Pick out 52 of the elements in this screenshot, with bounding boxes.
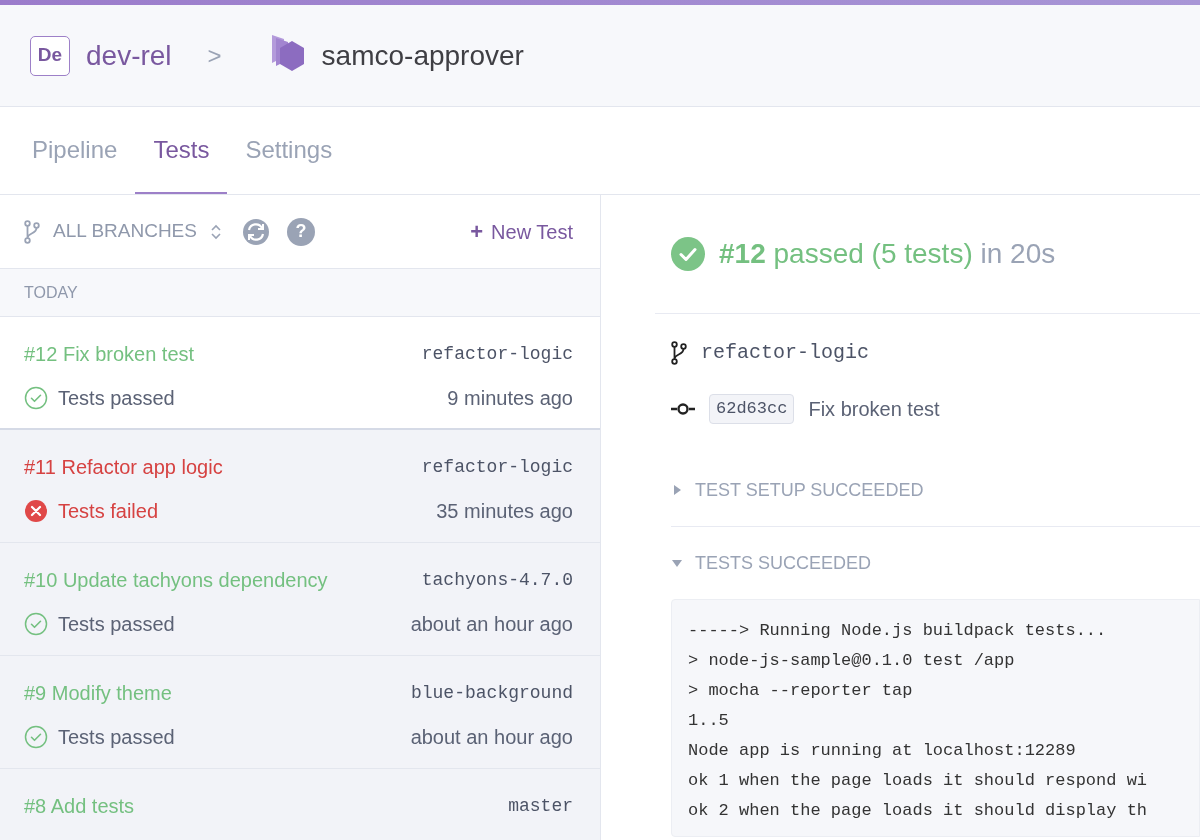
log-line: > mocha --reporter tap: [688, 680, 914, 702]
run-time: about an hour ago: [410, 725, 573, 750]
org-badge: De: [30, 35, 70, 76]
log-line: ok 2 when the page loads it should display th: [688, 800, 1149, 822]
org-link[interactable]: dev-rel: [86, 34, 172, 77]
commit-sha: 62d63cc: [709, 394, 795, 424]
test-run-row[interactable]: #12 Fix broken test refactor-logic Tests passed 9 minutes ago: [0, 317, 600, 430]
test-run-row[interactable]: #10 Update tachyons dependency tachyons-4.7.0 Tests passed about an hour ago: [0, 543, 600, 656]
commit-message: Fix broken test: [808, 397, 940, 422]
run-time: about an hour ago: [410, 612, 573, 637]
refresh-icon[interactable]: [241, 217, 270, 246]
error-circle-icon: [24, 499, 48, 523]
branch-filter[interactable]: ALL BRANCHES: [24, 217, 222, 246]
run-branch: master: [508, 794, 573, 818]
app-name: samco-approver: [321, 38, 524, 73]
run-title: #12 Fix broken test: [24, 342, 195, 367]
caret-down-icon: [671, 557, 683, 569]
run-status: Tests passed: [58, 612, 175, 637]
run-title: #10 Update tachyons dependency: [24, 568, 328, 593]
caret-right-icon: [671, 484, 683, 496]
run-branch: refactor-logic: [421, 342, 573, 366]
run-title: #8 Add tests: [24, 794, 135, 819]
breadcrumb-separator: >: [207, 40, 222, 71]
commit-icon: [671, 403, 695, 415]
branch-icon: [671, 341, 687, 365]
detail-branch: refactor-logic: [701, 340, 870, 366]
test-run-row[interactable]: #11 Refactor app logic refactor-logic Tests failed 35 minutes ago: [0, 430, 600, 543]
check-circle-icon: [24, 725, 48, 749]
run-title: #11 Refactor app logic: [24, 455, 223, 480]
run-branch: refactor-logic: [421, 455, 573, 479]
log-line: ok 1 when the page loads it should respond wi: [688, 770, 1149, 792]
sort-caret-icon: [209, 222, 222, 241]
test-run-row[interactable]: #9 Modify theme blue-background Tests passed about an hour ago: [0, 656, 600, 769]
branch-icon: [24, 219, 40, 244]
log-line: 1..5: [688, 710, 730, 732]
log-line: -----> Running Node.js buildpack tests...: [688, 620, 1108, 642]
test-run-row[interactable]: #8 Add tests master: [0, 769, 600, 840]
run-time: 35 minutes ago: [436, 499, 573, 524]
check-circle-icon: [24, 386, 48, 410]
run-summary: #12 passed (5 tests) in 20s: [719, 237, 1056, 271]
run-time: 9 minutes ago: [447, 386, 573, 411]
run-title: #9 Modify theme: [24, 681, 172, 706]
run-status: Tests passed: [58, 725, 175, 750]
success-icon: [671, 237, 705, 271]
run-status: Tests failed: [58, 499, 159, 524]
run-branch: blue-background: [410, 681, 573, 705]
check-circle-icon: [24, 612, 48, 636]
new-test-button[interactable]: + New Test: [470, 215, 573, 248]
run-status: Tests passed: [58, 386, 175, 411]
run-branch: tachyons-4.7.0: [421, 568, 573, 592]
log-line: > node-js-sample@0.1.0 test /app: [688, 650, 1016, 672]
log-line: Node app is running at localhost:12289: [688, 740, 1077, 762]
